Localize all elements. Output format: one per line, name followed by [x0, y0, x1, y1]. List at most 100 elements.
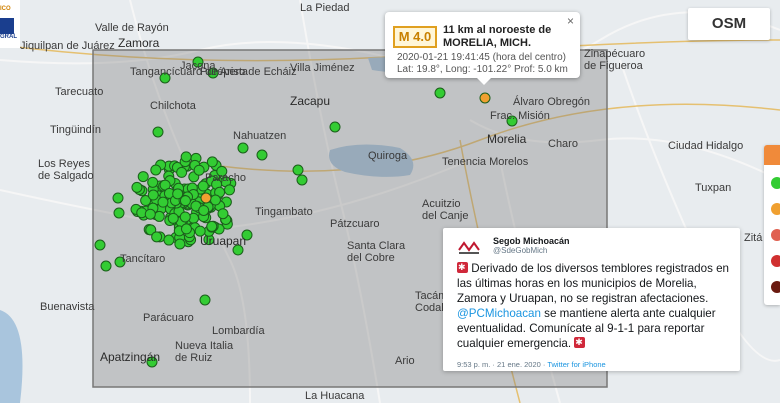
- place-label-tinguindin: Tingüindín: [50, 124, 101, 136]
- tweet-footer: 9:53 p. m. · 21 ene. 2020 · Twitter for …: [457, 360, 606, 369]
- close-icon[interactable]: ×: [567, 14, 574, 28]
- quake-marker[interactable]: [144, 208, 156, 220]
- quake-marker[interactable]: [223, 184, 235, 196]
- quake-marker[interactable]: [237, 142, 249, 154]
- place-label-uruapan: Uruapan: [200, 234, 247, 248]
- quake-marker[interactable]: [434, 87, 446, 99]
- legend-tab[interactable]: [764, 145, 780, 165]
- quake-marker[interactable]: [256, 149, 268, 161]
- place-label-zita: Zitá: [744, 232, 763, 244]
- magnitude-legend[interactable]: [764, 145, 780, 305]
- quake-marker[interactable]: [153, 210, 165, 222]
- place-label-jiquilpan: Jiquilpan de Juárez: [20, 40, 115, 52]
- quake-marker[interactable]: [151, 231, 163, 243]
- logo-bottom-text: GRAL: [0, 34, 17, 40]
- legend-swatch: [771, 281, 780, 293]
- quake-marker-highlight[interactable]: [200, 192, 212, 204]
- place-label-chilchota: Chilchota: [150, 100, 196, 112]
- place-label-tingambato: Tingambato: [255, 206, 313, 218]
- legend-swatch: [771, 203, 780, 215]
- place-label-acuitzio: Acuitzio del Canje: [422, 198, 469, 222]
- logo-top-text: ICO: [0, 6, 11, 12]
- place-label-paracuaro: Parácuaro: [143, 312, 194, 324]
- quake-marker[interactable]: [329, 121, 341, 133]
- tweet-embed[interactable]: Segob Michoacán @SdeGobMich Derivado de …: [443, 228, 740, 371]
- quake-marker[interactable]: [217, 208, 229, 220]
- place-label-ciudad-hidalgo: Ciudad Hidalgo: [668, 140, 744, 152]
- logo-mark: [0, 18, 14, 34]
- place-label-los-reyes: Los Reyes de Salgado: [38, 158, 94, 182]
- quake-marker[interactable]: [174, 238, 186, 250]
- quake-marker[interactable]: [147, 189, 159, 201]
- place-label-tarecuato: Tarecuato: [55, 86, 104, 98]
- quake-marker[interactable]: [112, 192, 124, 204]
- legend-swatch: [771, 177, 780, 189]
- quake-marker[interactable]: [179, 195, 191, 207]
- agency-logo: ICO GRAL: [0, 0, 20, 48]
- tweet-mention[interactable]: @PCMichoacan: [457, 307, 541, 320]
- magnitude-badge: M 4.0: [393, 26, 437, 48]
- tweet-author-handle[interactable]: @SdeGobMich: [493, 246, 547, 255]
- place-label-tuxpan: Tuxpan: [695, 182, 732, 194]
- tweet-author-name[interactable]: Segob Michoacán: [493, 236, 570, 246]
- place-label-ario: Ario: [395, 355, 415, 367]
- quake-marker[interactable]: [179, 211, 191, 223]
- quake-marker-selected[interactable]: [479, 92, 491, 104]
- alert-icon: [574, 335, 586, 350]
- place-label-quiroga: Quiroga: [368, 150, 408, 162]
- place-label-paracho: Paracho: [205, 172, 246, 184]
- place-label-patzcuaro: Pátzcuaro: [330, 218, 380, 230]
- quake-marker[interactable]: [209, 194, 221, 206]
- place-label-zacapu: Zacapu: [290, 94, 331, 108]
- quake-marker[interactable]: [137, 171, 149, 183]
- quake-marker[interactable]: [131, 181, 143, 193]
- popup-tail: [477, 78, 491, 85]
- popup-coords: Lat: 19.8°, Long: -101.22° Prof: 5.0 km: [397, 64, 568, 75]
- quake-marker[interactable]: [199, 294, 211, 306]
- quake-marker[interactable]: [176, 166, 188, 178]
- place-label-frac-mision: Frac. Misión: [490, 110, 550, 122]
- place-label-tancitaro: Tancítaro: [120, 253, 166, 265]
- quake-marker[interactable]: [296, 174, 308, 186]
- place-label-nahuatzen: Nahuatzen: [233, 130, 287, 142]
- quake-marker[interactable]: [180, 151, 192, 163]
- place-label-la-huacana: La Huacana: [305, 390, 365, 402]
- place-label-morelia: Morelia: [487, 132, 527, 146]
- popup-title: 11 km al noroeste de MORELIA, MICH.: [443, 24, 552, 49]
- place-label-santa-clara: Santa Clara del Cobre: [347, 240, 406, 264]
- quake-popup: M 4.0 11 km al noroeste de MORELIA, MICH…: [385, 12, 580, 85]
- quake-marker[interactable]: [152, 126, 164, 138]
- place-label-tenencia-morelos: Tenencia Morelos: [442, 156, 529, 168]
- quake-marker[interactable]: [198, 204, 210, 216]
- place-label-valle-de-rayon: Valle de Rayón: [95, 22, 169, 34]
- quake-marker[interactable]: [150, 164, 162, 176]
- quake-marker[interactable]: [113, 207, 125, 219]
- place-label-zinapecuaro: Zinapécuaro de Figueroa: [584, 48, 646, 72]
- quake-marker[interactable]: [147, 176, 159, 188]
- quake-marker[interactable]: [157, 196, 169, 208]
- tweet-time[interactable]: 9:53 p. m. · 21 ene. 2020 ·: [457, 360, 547, 369]
- place-label-alvaro-obregon: Álvaro Obregón: [513, 96, 591, 108]
- place-label-villa-jimenez: Villa Jiménez: [290, 62, 355, 74]
- tweet-via[interactable]: Twitter for iPhone: [547, 360, 605, 369]
- quake-marker[interactable]: [292, 164, 304, 176]
- popup-meta: 2020-01-21 19:41:45 (hora del centro) La…: [397, 52, 568, 76]
- place-label-charo: Charo: [548, 138, 578, 150]
- quake-marker[interactable]: [167, 212, 179, 224]
- place-label-zamora: Zamora: [118, 36, 160, 50]
- quake-marker[interactable]: [100, 260, 112, 272]
- quake-marker[interactable]: [94, 239, 106, 251]
- quake-marker[interactable]: [163, 234, 175, 246]
- legend-swatch: [771, 255, 780, 267]
- account-avatar-icon: [455, 238, 483, 256]
- place-label-nueva-italia: Nueva Italia de Ruiz: [175, 340, 234, 364]
- place-label-purepero: Purépero de Echáiz: [200, 66, 297, 78]
- quake-marker[interactable]: [180, 223, 192, 235]
- popup-datetime: 2020-01-21 19:41:45 (hora del centro): [397, 52, 567, 63]
- quake-marker[interactable]: [206, 220, 218, 232]
- osm-layer-button[interactable]: OSM: [688, 8, 770, 40]
- place-label-buenavista: Buenavista: [40, 301, 95, 313]
- quake-marker[interactable]: [193, 164, 205, 176]
- quake-marker[interactable]: [206, 156, 218, 168]
- place-label-la-piedad: La Piedad: [300, 2, 350, 14]
